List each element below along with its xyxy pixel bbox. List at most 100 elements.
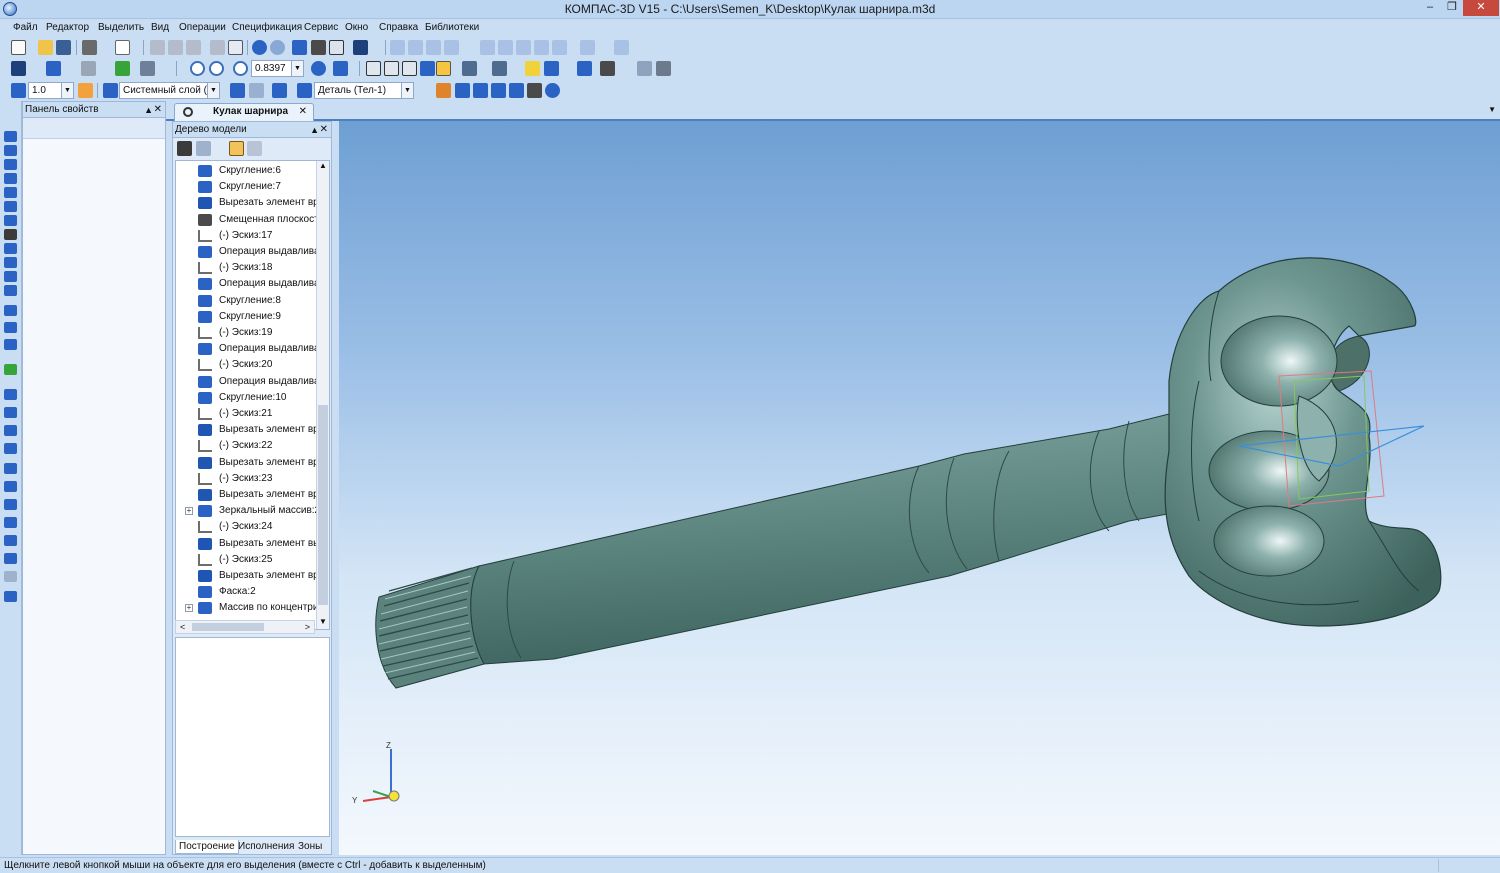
tree-item[interactable]: (-) Эскиз:24 bbox=[176, 519, 316, 535]
snap-icon[interactable] bbox=[408, 40, 423, 55]
snap-icon[interactable] bbox=[516, 40, 531, 55]
tab-construction[interactable]: Построение bbox=[175, 840, 239, 854]
editing-icon[interactable] bbox=[4, 285, 17, 296]
tree-item[interactable]: (-) Эскиз:25 bbox=[176, 552, 316, 568]
library-icon[interactable] bbox=[473, 83, 488, 98]
cut-extrude-icon[interactable] bbox=[4, 389, 17, 400]
loft-icon[interactable] bbox=[4, 364, 17, 375]
surfaces-icon[interactable] bbox=[4, 159, 17, 170]
print-icon[interactable] bbox=[82, 40, 97, 55]
snap-icon[interactable] bbox=[480, 40, 495, 55]
zoom-combo[interactable]: 0.8397 ▼ bbox=[251, 60, 304, 77]
orientation-icon[interactable] bbox=[46, 61, 61, 76]
grid-step-icon[interactable] bbox=[11, 83, 26, 98]
menu-edit[interactable]: Редактор bbox=[46, 22, 89, 33]
sweep-icon[interactable] bbox=[4, 339, 17, 350]
fillet-icon[interactable] bbox=[4, 463, 17, 474]
tree-vertical-scrollbar[interactable]: ▲ ▼ bbox=[316, 161, 329, 629]
tree-item[interactable]: (-) Эскиз:20 bbox=[176, 357, 316, 373]
revolve-icon[interactable] bbox=[4, 322, 17, 333]
tree-item[interactable]: Скругление:6 bbox=[176, 163, 316, 179]
local-cs-icon[interactable] bbox=[249, 83, 264, 98]
snap-icon[interactable] bbox=[390, 40, 405, 55]
draft-icon[interactable] bbox=[4, 535, 17, 546]
open-folder-icon[interactable] bbox=[38, 40, 53, 55]
tree-item[interactable]: Вырезать элемент вра bbox=[176, 422, 316, 438]
tab-zones[interactable]: Зоны bbox=[295, 840, 325, 854]
rotate-icon[interactable] bbox=[311, 61, 326, 76]
help-pointer-icon[interactable] bbox=[353, 40, 368, 55]
dimensions-icon[interactable] bbox=[4, 201, 17, 212]
snap-icon[interactable] bbox=[534, 40, 549, 55]
tree-item[interactable]: Операция выдавливан bbox=[176, 341, 316, 357]
tree-item[interactable]: Вырезать элемент вра bbox=[176, 568, 316, 584]
tree-item[interactable]: Скругление:7 bbox=[176, 179, 316, 195]
print-preview-icon[interactable] bbox=[115, 40, 130, 55]
menu-select[interactable]: Выделить bbox=[98, 22, 144, 33]
snap-icon[interactable] bbox=[444, 40, 459, 55]
tree-item[interactable]: Фаска:2 bbox=[176, 584, 316, 600]
menu-libraries[interactable]: Библиотеки bbox=[425, 22, 479, 33]
close-panel-icon[interactable]: ✕ bbox=[320, 122, 328, 138]
scroll-thumb[interactable] bbox=[192, 623, 264, 631]
tree-item[interactable]: (-) Эскиз:18 bbox=[176, 260, 316, 276]
coordinate-system-icon[interactable] bbox=[272, 83, 287, 98]
tree-item[interactable]: (-) Эскиз:21 bbox=[176, 406, 316, 422]
redo-icon[interactable] bbox=[270, 40, 285, 55]
chamfer-icon[interactable] bbox=[4, 481, 17, 492]
tree-item[interactable]: (-) Эскиз:17 bbox=[176, 228, 316, 244]
auxiliary-geometry-icon[interactable] bbox=[4, 187, 17, 198]
measure-distance-icon[interactable] bbox=[600, 61, 615, 76]
mass-properties-icon[interactable] bbox=[577, 61, 592, 76]
tree-item[interactable]: Операция выдавливан bbox=[176, 244, 316, 260]
shell-icon[interactable] bbox=[4, 499, 17, 510]
zoom-window-icon[interactable] bbox=[190, 61, 205, 76]
snap-icon[interactable] bbox=[498, 40, 513, 55]
model-render[interactable]: Z Y bbox=[339, 121, 1500, 855]
cut-icon[interactable] bbox=[150, 40, 165, 55]
snap-icon[interactable] bbox=[426, 40, 441, 55]
new-document-icon[interactable] bbox=[11, 40, 26, 55]
3d-viewport[interactable]: Z Y bbox=[339, 121, 1500, 855]
section-icon[interactable] bbox=[492, 61, 507, 76]
part-icon[interactable] bbox=[297, 83, 312, 98]
cut-sweep-icon[interactable] bbox=[4, 425, 17, 436]
pin-icon[interactable]: ▲ bbox=[144, 102, 153, 118]
menu-operations[interactable]: Операции bbox=[179, 22, 226, 33]
menu-specification[interactable]: Спецификация bbox=[232, 22, 302, 33]
variables-icon[interactable] bbox=[329, 40, 344, 55]
tree-sort-icon[interactable] bbox=[229, 141, 244, 156]
tree-item[interactable]: (-) Эскиз:22 bbox=[176, 438, 316, 454]
snap-icon[interactable] bbox=[552, 40, 567, 55]
arrays-icon[interactable] bbox=[4, 173, 17, 184]
color-icon[interactable] bbox=[115, 61, 130, 76]
spec-icon[interactable] bbox=[4, 229, 17, 240]
library-icon[interactable] bbox=[436, 83, 451, 98]
shaded-edges-icon[interactable] bbox=[436, 61, 451, 76]
scroll-left-icon[interactable]: < bbox=[180, 621, 185, 633]
tree-item[interactable]: Операция выдавливан bbox=[176, 276, 316, 292]
tree-item[interactable]: + Зеркальный массив:2 bbox=[176, 503, 316, 519]
render-icon[interactable] bbox=[544, 61, 559, 76]
sketch-mode-icon[interactable] bbox=[230, 83, 245, 98]
scroll-thumb[interactable] bbox=[318, 405, 328, 605]
part-combo[interactable]: Деталь (Тел-1) ▼ bbox=[314, 82, 414, 99]
model-manager-icon[interactable] bbox=[292, 40, 307, 55]
save-icon[interactable] bbox=[56, 40, 71, 55]
hidden-thin-icon[interactable] bbox=[402, 61, 417, 76]
library-manager-icon[interactable] bbox=[311, 40, 326, 55]
scroll-down-icon[interactable]: ▼ bbox=[317, 617, 329, 629]
ortho-icon[interactable] bbox=[78, 83, 93, 98]
text-icon[interactable] bbox=[140, 61, 155, 76]
tree-item[interactable]: Скругление:8 bbox=[176, 293, 316, 309]
scroll-up-icon[interactable]: ▲ bbox=[317, 161, 329, 173]
menu-help[interactable]: Справка bbox=[379, 22, 418, 33]
measure-icon[interactable] bbox=[580, 40, 595, 55]
tree-horizontal-scrollbar[interactable]: < > bbox=[175, 620, 315, 634]
check-icon[interactable] bbox=[656, 61, 671, 76]
layer-combo[interactable]: Системный слой (0) ▼ bbox=[119, 82, 220, 99]
help-icon[interactable] bbox=[545, 83, 560, 98]
boolean-icon[interactable] bbox=[4, 591, 17, 602]
curves-icon[interactable] bbox=[4, 145, 17, 156]
tab-kulak-sharnira[interactable]: Кулак шарнира ✕ bbox=[174, 103, 314, 121]
